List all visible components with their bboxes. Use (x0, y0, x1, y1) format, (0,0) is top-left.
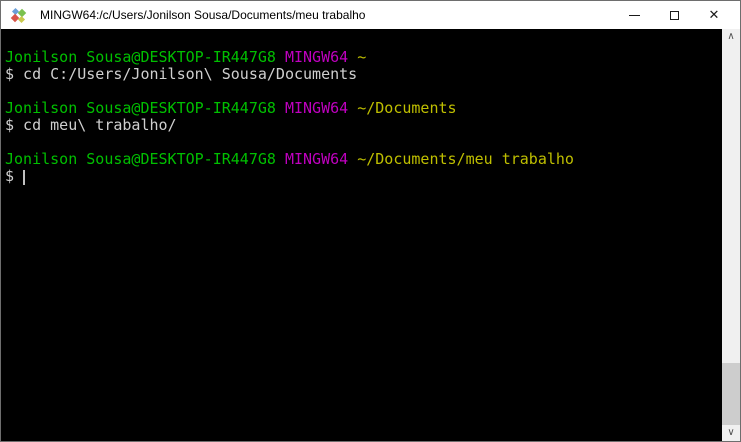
scrollbar-thumb[interactable] (722, 363, 740, 425)
scroll-down-icon: ∨ (727, 427, 735, 438)
scrollbar[interactable]: ∧ ∨ (722, 29, 740, 441)
prompt-user-host: Jonilson Sousa@DESKTOP-IR447G8 (5, 48, 276, 66)
scrollbar-track[interactable] (722, 45, 740, 425)
close-icon: ✕ (708, 7, 720, 23)
titlebar[interactable]: MINGW64:/c/Users/Jonilson Sousa/Document… (1, 1, 740, 29)
prompt-user-host: Jonilson Sousa@DESKTOP-IR447G8 (5, 99, 276, 117)
prompt-msystem: MINGW64 (284, 99, 349, 117)
command-line: $ cd C:/Users/Jonilson\ Sousa/Documents (5, 65, 358, 83)
close-button[interactable]: ✕ (694, 1, 734, 29)
msys2-app-icon (10, 7, 27, 24)
terminal-area[interactable]: Jonilson Sousa@DESKTOP-IR447G8 MINGW64 ~… (1, 29, 740, 441)
prompt-path: ~ (357, 48, 367, 66)
window-title: MINGW64:/c/Users/Jonilson Sousa/Document… (40, 8, 366, 22)
command-line: $ cd meu\ trabalho/ (5, 116, 177, 134)
window-controls: ✕ (614, 1, 740, 29)
mintty-window: MINGW64:/c/Users/Jonilson Sousa/Document… (0, 0, 741, 442)
terminal-cursor (23, 170, 26, 185)
scroll-up-icon: ∧ (727, 31, 735, 42)
prompt-line: Jonilson Sousa@DESKTOP-IR447G8 MINGW64 ~ (5, 49, 722, 66)
maximize-button[interactable] (654, 1, 694, 29)
prompt-user-host: Jonilson Sousa@DESKTOP-IR447G8 (5, 150, 276, 168)
input-line[interactable]: $ (5, 168, 722, 185)
prompt-path: ~/Documents (357, 99, 457, 117)
minimize-button[interactable] (614, 1, 654, 29)
minimize-icon (628, 14, 640, 16)
scroll-up-button[interactable]: ∧ (722, 29, 740, 45)
prompt-msystem: MINGW64 (284, 150, 349, 168)
prompt-line: Jonilson Sousa@DESKTOP-IR447G8 MINGW64 ~… (5, 151, 722, 168)
prompt-line: Jonilson Sousa@DESKTOP-IR447G8 MINGW64 ~… (5, 100, 722, 117)
terminal-screen[interactable]: Jonilson Sousa@DESKTOP-IR447G8 MINGW64 ~… (1, 29, 722, 441)
prompt-msystem: MINGW64 (284, 48, 349, 66)
prompt-path: ~/Documents/meu trabalho (357, 150, 574, 168)
prompt-char: $ (5, 167, 15, 185)
scroll-down-button[interactable]: ∨ (722, 425, 740, 441)
maximize-icon (669, 10, 679, 20)
